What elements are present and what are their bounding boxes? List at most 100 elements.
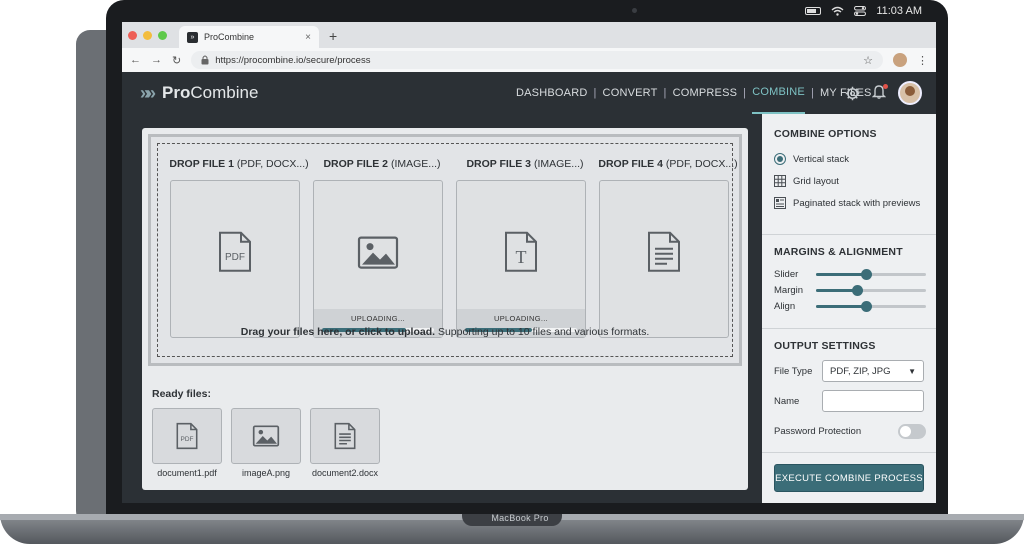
slider-handle[interactable] — [860, 268, 872, 280]
nav-compress[interactable]: COMPRESS — [673, 72, 738, 114]
margin-slider-track[interactable] — [816, 284, 926, 296]
slider-row: Slider — [774, 266, 926, 282]
app-header: »» ProCombine DASHBOARD | CONVERT | COMP… — [122, 72, 936, 114]
control-center-icon[interactable] — [854, 6, 867, 16]
margin-slider-handle[interactable] — [851, 284, 863, 296]
ready-file-item[interactable]: imageA.png — [231, 408, 301, 478]
forward-arrow-icon[interactable]: → — [151, 54, 162, 66]
notification-badge — [883, 83, 888, 89]
sidebar-divider — [762, 328, 936, 329]
options-sidebar: COMBINE OPTIONS Vertical stack Grid layo… — [762, 114, 936, 503]
nav-separator: | — [663, 87, 667, 99]
slider-fill — [816, 288, 857, 292]
logo-suffix: Combine — [190, 83, 259, 102]
document-file-icon — [334, 422, 356, 450]
back-arrow-icon[interactable]: ← — [130, 54, 141, 66]
dropzone-dashed-border: DROP FILE 1 (PDF, DOCX...) PDF DROP FILE… — [157, 143, 738, 357]
close-tab-icon[interactable]: × — [305, 32, 311, 43]
margins-title: MARGINS & ALIGNMENT — [774, 246, 903, 258]
grid-icon[interactable] — [774, 175, 786, 187]
file-type-label: File Type — [774, 365, 813, 377]
maximize-window-button[interactable] — [158, 30, 167, 40]
laptop-model-label: MacBook Pro — [491, 513, 549, 523]
ready-file-item[interactable]: PDF document1.pdf — [152, 408, 222, 478]
procombine-favicon: » — [187, 31, 198, 43]
new-tab-icon[interactable]: + — [329, 28, 337, 44]
radio-selected-icon[interactable] — [774, 153, 786, 165]
drop-slot-3[interactable]: T UPLOADING... — [456, 180, 586, 338]
password-label: Password Protection — [774, 425, 862, 437]
ready-file-item[interactable]: document2.docx — [310, 408, 380, 478]
slider-fill — [816, 272, 866, 276]
notification-bell-icon[interactable] — [871, 83, 888, 103]
image-file-icon — [357, 236, 399, 275]
sidebar-divider — [762, 452, 936, 453]
slider-track[interactable] — [816, 268, 926, 280]
nav-dashboard[interactable]: DASHBOARD — [516, 72, 587, 114]
password-row: Password Protection — [774, 416, 926, 446]
wifi-icon[interactable] — [831, 6, 844, 16]
combine-workspace: DROP FILE 1 (PDF, DOCX...) PDF DROP FILE… — [142, 128, 748, 490]
address-bar[interactable]: https://procombine.io/secure/process ☆ — [191, 51, 883, 69]
slider-label: Slider — [774, 268, 799, 280]
combine-options-title: COMBINE OPTIONS — [774, 128, 877, 140]
ready-files-title: Ready files: — [152, 388, 211, 400]
minimize-window-button[interactable] — [143, 30, 152, 40]
ready-file-name: imageA.png — [241, 468, 291, 478]
file-type-value: PDF, ZIP, JPG — [830, 365, 891, 377]
option-paginated-stack[interactable]: Paginated stack with previews — [774, 192, 926, 214]
name-label: Name — [774, 395, 800, 407]
ready-file-thumb[interactable]: PDF — [152, 408, 222, 464]
upload-dropzone[interactable]: DROP FILE 1 (PDF, DOCX...) PDF DROP FILE… — [148, 134, 742, 366]
name-row: Name — [774, 386, 926, 416]
slot-2-title: DROP FILE 2 (IMAGE...) — [323, 158, 441, 170]
name-input[interactable] — [822, 390, 924, 412]
nav-convert[interactable]: CONVERT — [603, 72, 658, 114]
align-slider-handle[interactable] — [860, 300, 872, 312]
drop-slot-1[interactable]: PDF — [170, 180, 300, 338]
browser-toolbar: ← → ↻ https://procombine.io/secure/proce… — [122, 48, 936, 72]
svg-text:T: T — [516, 247, 527, 267]
gear-icon[interactable] — [845, 86, 860, 101]
browser-profile-avatar[interactable] — [893, 53, 907, 67]
ready-file-name: document1.pdf — [157, 468, 217, 478]
close-window-button[interactable] — [128, 30, 137, 40]
option-grid-layout[interactable]: Grid layout — [774, 170, 926, 192]
ready-file-thumb[interactable] — [231, 408, 301, 464]
file-type-select[interactable]: PDF, ZIP, JPG ▼ — [822, 360, 924, 382]
browser-menu-icon[interactable]: ⋮ — [917, 54, 928, 67]
sidebar-divider — [762, 234, 936, 235]
file-type-row: File Type PDF, ZIP, JPG ▼ — [774, 356, 926, 386]
user-avatar[interactable] — [898, 81, 922, 105]
battery-icon[interactable] — [805, 7, 822, 15]
procombine-logo-icon: »» — [140, 82, 156, 103]
bookmark-star-icon[interactable]: ☆ — [863, 54, 873, 67]
reload-icon[interactable]: ↻ — [172, 54, 181, 67]
slot-4-title: DROP FILE 4 (PDF, DOCX...) — [598, 158, 738, 170]
header-actions — [845, 72, 922, 114]
option-label: Grid layout — [793, 175, 839, 187]
nav-separator: | — [593, 87, 597, 99]
paginated-icon[interactable] — [774, 197, 786, 209]
browser-tab-row: » ProCombine × + — [122, 22, 936, 48]
align-slider-track[interactable] — [816, 300, 926, 312]
drop-slot-4[interactable] — [599, 180, 729, 338]
browser-window: » ProCombine × + ← → ↻ https://procombin… — [122, 22, 936, 72]
text-file-icon: T — [504, 231, 538, 278]
option-label: Vertical stack — [793, 153, 849, 165]
pdf-file-icon: PDF — [218, 231, 252, 278]
browser-tab[interactable]: » ProCombine × — [179, 26, 319, 48]
drop-slot-2[interactable]: UPLOADING... — [313, 180, 443, 338]
slot-1-title: DROP FILE 1 (PDF, DOCX...) — [169, 158, 309, 170]
menubar-clock[interactable]: 11:03 AM — [876, 5, 922, 17]
password-toggle[interactable] — [898, 423, 926, 439]
macos-menubar: 11:03 AM — [118, 0, 948, 22]
execute-combine-button[interactable]: EXECUTE COMBINE PROCESS — [774, 464, 924, 492]
browser-tab-title: ProCombine — [204, 32, 255, 42]
option-vertical-stack[interactable]: Vertical stack — [774, 148, 926, 170]
app-logo-text[interactable]: ProCombine — [162, 83, 258, 103]
ready-file-thumb[interactable] — [310, 408, 380, 464]
upload-status-text: UPLOADING... — [493, 314, 549, 323]
slider-label: Margin — [774, 284, 804, 296]
nav-combine[interactable]: COMBINE — [752, 72, 805, 114]
